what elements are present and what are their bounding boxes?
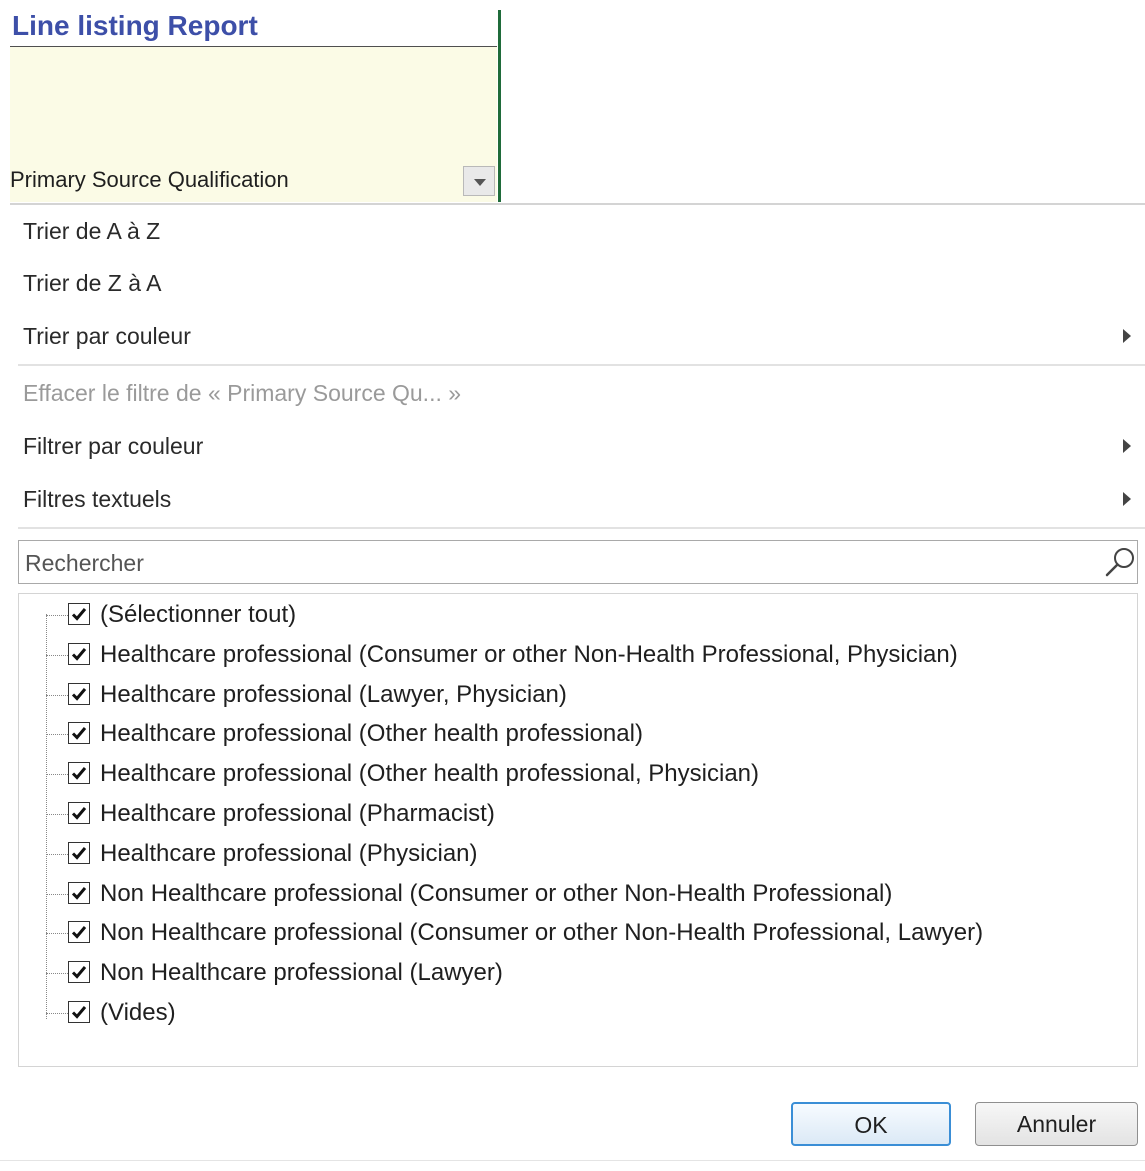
list-item-label: Healthcare professional (Other health pr… [100, 720, 643, 748]
select-all-item[interactable]: (Sélectionner tout) [46, 596, 1126, 634]
checkmark-icon [71, 926, 87, 940]
checkmark-icon [71, 727, 87, 741]
search-icon[interactable] [1103, 545, 1137, 579]
list-item[interactable]: (Vides) [46, 994, 1126, 1032]
divider [0, 1160, 1145, 1161]
list-item[interactable]: Healthcare professional (Lawyer, Physici… [46, 676, 1126, 714]
checkmark-icon [71, 807, 87, 820]
tree-connector [46, 694, 68, 696]
title-cell: Line listing Report [10, 10, 497, 48]
menu-sort-z-to-a[interactable]: Trier de Z à A [0, 258, 1145, 310]
menu-separator [18, 527, 1145, 529]
list-item[interactable]: Healthcare professional (Pharmacist) [46, 795, 1126, 833]
checkbox[interactable] [68, 762, 90, 785]
checkmark-icon [71, 886, 87, 900]
filter-dropdown-button[interactable] [463, 166, 495, 196]
menu-filter-by-color-label: Filtrer par couleur [23, 433, 204, 459]
menu-sort-by-color-label: Trier par couleur [23, 323, 191, 349]
list-item[interactable]: Healthcare professional (Physician) [46, 835, 1126, 873]
menu-sort-z-to-a-label: Trier de Z à A [23, 270, 162, 296]
checkbox[interactable] [68, 802, 90, 824]
list-item-label: Healthcare professional (Consumer or oth… [100, 640, 958, 668]
checkmark-icon [71, 966, 87, 979]
excel-filter-window: Line listing Report Primary Source Quali… [0, 0, 1145, 1171]
list-item[interactable]: Non Healthcare professional (Lawyer) [46, 954, 1126, 992]
checkbox[interactable] [68, 722, 90, 745]
list-item-label: Healthcare professional (Other health pr… [100, 760, 760, 788]
checkmark-icon [71, 687, 87, 701]
tree-connector [46, 734, 68, 736]
list-item-label: (Vides) [100, 999, 176, 1026]
column-header-label: Primary Source Qualification [10, 167, 289, 192]
chevron-right-icon [1123, 439, 1131, 453]
chevron-right-icon [1123, 329, 1131, 343]
ok-button[interactable]: OK [791, 1102, 951, 1146]
checkbox[interactable] [68, 1001, 90, 1023]
column-header-cell[interactable]: Primary Source Qualification [10, 47, 497, 202]
list-item-label: Healthcare professional (Pharmacist) [100, 800, 495, 827]
list-item-label: Healthcare professional (Physician) [100, 839, 478, 867]
search-input[interactable] [23, 545, 1087, 581]
checkmark-icon [71, 767, 87, 780]
checkbox[interactable] [68, 921, 90, 944]
cancel-button[interactable]: Annuler [975, 1102, 1138, 1146]
checkmark-icon [71, 608, 87, 621]
tree-connector [46, 654, 68, 656]
chevron-down-icon [474, 179, 486, 186]
menu-clear-filter-label: Effacer le filtre de « Primary Source Qu… [23, 380, 462, 406]
checkmark-icon [71, 1006, 87, 1019]
list-item[interactable]: Non Healthcare professional (Consumer or… [46, 875, 1126, 913]
tree-connector [46, 1013, 68, 1014]
tree-connector [46, 814, 68, 815]
list-item-label: Non Healthcare professional (Consumer or… [100, 919, 984, 947]
tree-connector [46, 973, 68, 975]
tree-connector [46, 774, 68, 776]
menu-separator [18, 364, 1145, 366]
menu-filter-by-color[interactable]: Filtrer par couleur [0, 421, 1145, 473]
list-item[interactable]: Healthcare professional (Consumer or oth… [46, 636, 1126, 674]
menu-sort-a-to-z[interactable]: Trier de A à Z [0, 206, 1145, 258]
list-item-label: Non Healthcare professional (Consumer or… [100, 879, 893, 907]
menu-sort-a-to-z-label: Trier de A à Z [23, 218, 161, 244]
list-item-label: (Sélectionner tout) [100, 601, 297, 628]
sheet-area: Line listing Report Primary Source Quali… [0, 0, 1145, 204]
list-item[interactable]: Healthcare professional (Other health pr… [46, 715, 1126, 753]
chevron-right-icon [1123, 492, 1131, 506]
tree-connector [46, 853, 68, 855]
menu-text-filters-label: Filtres textuels [23, 486, 172, 512]
checkbox[interactable] [68, 841, 90, 864]
list-item-label: Healthcare professional (Lawyer, Physici… [100, 680, 567, 708]
list-item[interactable]: Healthcare professional (Other health pr… [46, 755, 1126, 793]
checkbox[interactable] [68, 682, 90, 705]
checkmark-icon [71, 846, 87, 860]
report-title: Line listing Report [12, 10, 258, 41]
checkbox[interactable] [68, 603, 90, 625]
divider [10, 203, 1145, 205]
tree-connector [46, 615, 68, 616]
search-box[interactable] [18, 540, 1138, 584]
checkbox[interactable] [68, 642, 90, 665]
list-item[interactable]: Non Healthcare professional (Consumer or… [46, 914, 1126, 952]
checkbox[interactable] [68, 881, 90, 904]
tree-connector [46, 893, 68, 895]
checkbox[interactable] [68, 961, 90, 984]
tree-connector [46, 933, 68, 935]
checkmark-icon [71, 647, 87, 661]
menu-text-filters[interactable]: Filtres textuels [0, 474, 1145, 526]
menu-clear-filter: Effacer le filtre de « Primary Source Qu… [0, 368, 1145, 420]
menu-sort-by-color[interactable]: Trier par couleur [0, 311, 1145, 363]
list-item-label: Non Healthcare professional (Lawyer) [100, 959, 503, 987]
active-column-border [498, 10, 501, 202]
